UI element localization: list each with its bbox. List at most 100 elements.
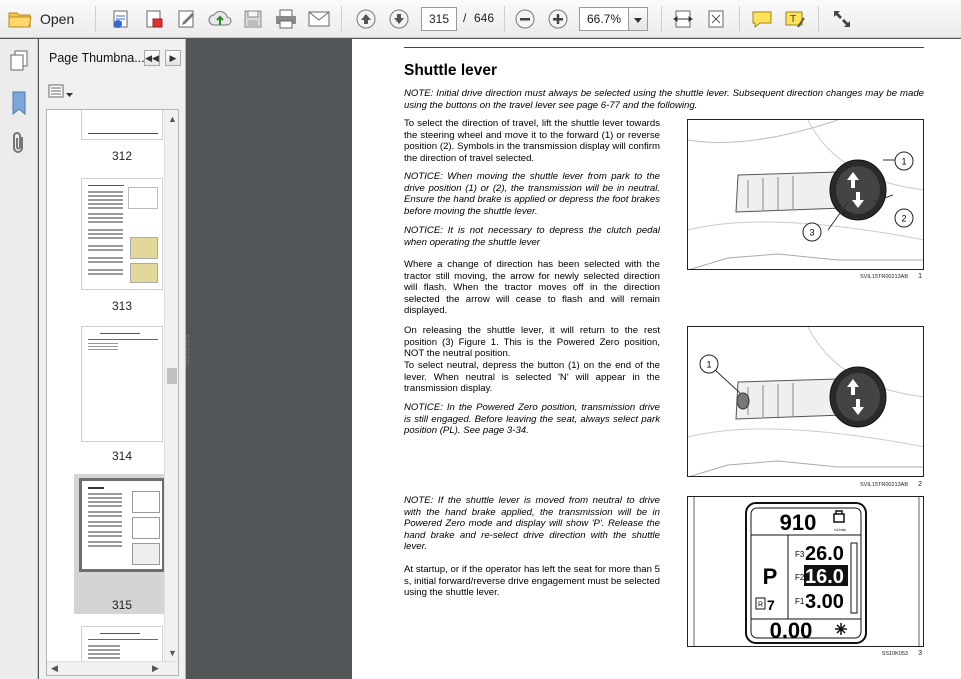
edit-pdf-icon[interactable] <box>141 6 167 32</box>
thumbnail-page-number: 312 <box>111 149 133 163</box>
figure-transmission-display: 910 x1/min P F3 26.0 F2 16.0 F1 3.00 R 7… <box>687 496 924 647</box>
create-pdf-icon[interactable] <box>108 6 134 32</box>
separator <box>341 6 342 32</box>
thumbnail-horizontal-scrollbar[interactable]: ◀ ▶ <box>47 661 178 675</box>
figure-code: SVIL15TR00213AB <box>859 274 908 280</box>
gear-f2: F2 <box>795 573 805 582</box>
thumbnail-page[interactable] <box>81 110 163 140</box>
callout-3: 3 <box>809 228 814 238</box>
zoom-out-icon[interactable] <box>512 6 538 32</box>
panel-resize-handle[interactable] <box>186 335 189 365</box>
note: NOTE: If the shuttle lever is moved from… <box>404 495 660 553</box>
sign-icon[interactable] <box>174 6 200 32</box>
folder-icon <box>8 9 32 29</box>
attachments-icon[interactable] <box>7 131 31 155</box>
bookmarks-icon[interactable] <box>7 91 31 115</box>
notice: NOTICE: In the Powered Zero position, tr… <box>404 402 660 437</box>
zoom-in-icon[interactable] <box>545 6 571 32</box>
open-button[interactable]: Open <box>6 6 84 32</box>
paragraph: At startup, or if the operator has left … <box>404 564 660 599</box>
document-page: Shuttle lever NOTE: Initial drive direct… <box>352 39 961 679</box>
thumbnail-page-selected[interactable] <box>79 478 165 572</box>
comment-icon[interactable] <box>749 6 775 32</box>
scroll-right-arrow-icon[interactable]: ▶ <box>152 663 159 674</box>
scroll-down-arrow-icon[interactable]: ▼ <box>168 648 177 658</box>
thumbnail-panel: Page Thumbna... ◀◀ ▶ 312 313 314 315 ▲ ▼… <box>39 39 186 679</box>
rpm-unit: x1/min <box>834 527 846 532</box>
range-label: R <box>758 602 763 609</box>
figure-code: SS10K053 <box>881 651 908 657</box>
page-total: 646 <box>474 11 495 25</box>
panel-header: Page Thumbna... ◀◀ ▶ <box>39 39 186 77</box>
zoom-level-input[interactable]: 66.7% <box>579 7 629 31</box>
thumbnail-page-number: 315 <box>111 598 133 612</box>
thumbnail-page-number: 314 <box>111 449 133 463</box>
highlight-text-icon[interactable]: T <box>782 6 808 32</box>
page-separator: / <box>463 11 467 25</box>
scroll-up-arrow-icon[interactable]: ▲ <box>168 114 177 124</box>
separator <box>504 6 505 32</box>
separator <box>95 6 96 32</box>
callout-1: 1 <box>706 360 711 370</box>
full-screen-icon[interactable] <box>829 6 855 32</box>
header-rule <box>404 47 924 48</box>
thumbnail-page[interactable] <box>81 326 163 442</box>
next-page-icon[interactable] <box>386 6 412 32</box>
callout-1: 1 <box>901 157 906 167</box>
print-icon[interactable] <box>273 6 299 32</box>
mode-indicator: P <box>763 564 778 589</box>
paragraph: To select neutral, depress the button (1… <box>404 360 660 395</box>
notice: NOTICE: When moving the shuttle lever fr… <box>404 171 660 217</box>
chevron-down-icon <box>66 84 73 102</box>
figure-number: 2 <box>918 481 922 488</box>
fit-page-icon[interactable] <box>703 6 729 32</box>
chevron-right-icon: ▶ <box>169 52 177 63</box>
email-icon[interactable] <box>306 6 332 32</box>
figure-shuttle-lever: 1 2 3 <box>687 119 924 270</box>
page-number-input[interactable]: 315 <box>421 7 457 31</box>
page-thumbnails-icon[interactable] <box>7 49 31 73</box>
open-label: Open <box>40 11 75 27</box>
collapse-panel-button[interactable]: ◀◀ <box>144 50 160 66</box>
thumbnail-page[interactable] <box>81 178 163 290</box>
rpm-value: 910 <box>780 510 817 535</box>
svg-text:T: T <box>790 14 796 25</box>
gear-f3: F3 <box>795 550 805 559</box>
scroll-left-arrow-icon[interactable]: ◀ <box>51 663 58 674</box>
thumbnail-list[interactable]: 312 313 314 315 ▲ ▼ ◀ ▶ <box>46 109 179 676</box>
speed-f2: 16.0 <box>805 566 844 588</box>
thumbnail-vertical-scrollbar[interactable]: ▲ ▼ <box>164 110 178 675</box>
figure-number: 3 <box>918 650 922 657</box>
previous-page-icon[interactable] <box>353 6 379 32</box>
ground-speed: 0.00 <box>770 618 813 643</box>
callout-2: 2 <box>901 214 906 224</box>
main-toolbar: Open 315 / 646 66.7% T <box>0 0 961 38</box>
double-chevron-left-icon: ◀◀ <box>145 52 159 63</box>
paragraph: On releasing the shuttle lever, it will … <box>404 325 660 360</box>
speed-f3: 26.0 <box>805 543 844 565</box>
speed-f1: 3.00 <box>805 591 844 613</box>
notice: NOTICE: It is not necessary to depress t… <box>404 225 660 248</box>
thumbnail-page-number: 313 <box>111 299 133 313</box>
save-icon[interactable] <box>240 6 266 32</box>
upload-cloud-icon[interactable] <box>207 6 233 32</box>
expand-panel-button[interactable]: ▶ <box>165 50 181 66</box>
thumbnail-options-button[interactable] <box>48 84 74 102</box>
range-value: 7 <box>767 597 775 613</box>
figure-neutral-button: 1 <box>687 326 924 477</box>
fit-width-icon[interactable] <box>670 6 696 32</box>
panel-title: Page Thumbna... <box>49 51 145 65</box>
scrollbar-thumb[interactable] <box>167 368 177 384</box>
navigation-rail <box>0 39 38 679</box>
note-intro: NOTE: Initial drive direction must alway… <box>404 88 924 111</box>
figure-number: 1 <box>918 273 922 280</box>
paragraph: Where a change of direction has been sel… <box>404 259 660 317</box>
separator <box>739 6 740 32</box>
separator <box>818 6 819 32</box>
separator <box>661 6 662 32</box>
figure-code: SVIL15TR00213AB <box>859 482 908 488</box>
zoom-dropdown-button[interactable] <box>628 7 648 31</box>
chevron-down-icon <box>634 10 642 28</box>
section-title: Shuttle lever <box>404 62 498 79</box>
options-list-icon <box>48 84 64 103</box>
